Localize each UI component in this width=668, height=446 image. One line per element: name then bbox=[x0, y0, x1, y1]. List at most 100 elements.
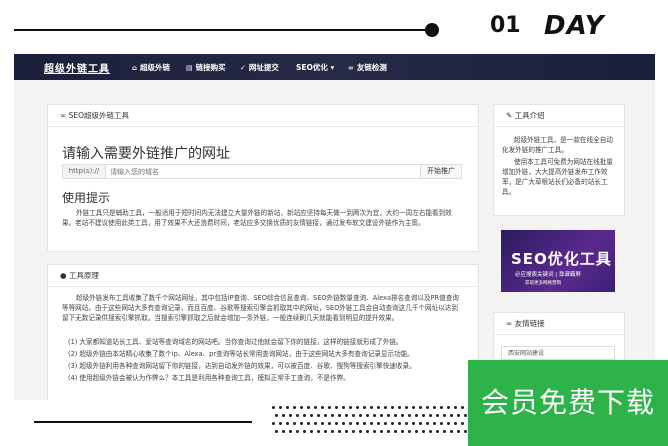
decorative-dot bbox=[279, 406, 282, 409]
bottom-line bbox=[34, 421, 252, 423]
decorative-dot bbox=[317, 414, 320, 417]
decorative-dot bbox=[443, 414, 446, 417]
domain-input[interactable] bbox=[106, 165, 414, 178]
banner-line bbox=[14, 29, 429, 31]
decorative-dot bbox=[282, 430, 285, 433]
website-screenshot: 超级外链工具 ⌂ 超级外链 ▤ 链接购买 ✓ 网址提交 SEO优化 ▾ ∞ 友链检测 ∞… bbox=[14, 54, 655, 400]
start-promote-button[interactable]: 开始推广 bbox=[420, 165, 461, 178]
member-download-badge[interactable]: 会员免费下载 bbox=[468, 360, 668, 446]
decorative-dot bbox=[429, 414, 432, 417]
decorative-dot bbox=[373, 414, 376, 417]
decorative-dot bbox=[415, 430, 418, 433]
decorative-dot bbox=[349, 406, 352, 409]
decorative-dot bbox=[422, 430, 425, 433]
decorative-dot bbox=[272, 406, 275, 409]
decorative-dot bbox=[387, 414, 390, 417]
decorative-dot bbox=[433, 422, 436, 425]
decorative-dot bbox=[310, 430, 313, 433]
decorative-dot bbox=[321, 406, 324, 409]
decorative-dot bbox=[373, 430, 376, 433]
decorative-dot bbox=[401, 430, 404, 433]
decorative-dot bbox=[338, 414, 341, 417]
decorative-dot bbox=[366, 414, 369, 417]
decorative-dot bbox=[328, 406, 331, 409]
brand-logo[interactable]: 超级外链工具 bbox=[44, 60, 110, 75]
decorative-dot bbox=[324, 430, 327, 433]
decorative-dot bbox=[419, 406, 422, 409]
promo-subtitle: 必应搜索关键词 | 靠谱霸屏 bbox=[515, 272, 581, 278]
decorative-dot bbox=[457, 430, 460, 433]
decorative-dot bbox=[300, 422, 303, 425]
decorative-dot bbox=[335, 406, 338, 409]
decorative-dot bbox=[338, 430, 341, 433]
decorative-dot bbox=[314, 406, 317, 409]
main-panel: ∞ SEO超级外链工具 请输入需要外链推广的网址 http(s):// 开始推广… bbox=[47, 104, 479, 252]
decorative-dot bbox=[440, 406, 443, 409]
principle-list: (1) 大家都知道站长工具、爱站等查询域名的网站吧。当你查询过他就会留下你的链接… bbox=[68, 337, 464, 385]
friend-link-item[interactable]: 西安网站建设 bbox=[501, 346, 615, 360]
decorative-dot bbox=[331, 414, 334, 417]
decorative-dot bbox=[300, 406, 303, 409]
page-title: 请输入需要外链推广的网址 bbox=[62, 146, 230, 162]
banner-dot bbox=[425, 23, 439, 37]
decorative-dot bbox=[429, 430, 432, 433]
decorative-dot bbox=[345, 430, 348, 433]
decorative-dot bbox=[443, 430, 446, 433]
decorative-dot bbox=[303, 430, 306, 433]
decorative-dot bbox=[286, 422, 289, 425]
decorative-dot bbox=[275, 430, 278, 433]
decorative-dot bbox=[419, 422, 422, 425]
decorative-dot bbox=[454, 422, 457, 425]
decorative-dot bbox=[345, 414, 348, 417]
decorative-dot bbox=[408, 430, 411, 433]
decorative-dot bbox=[356, 406, 359, 409]
top-navbar: 超级外链工具 ⌂ 超级外链 ▤ 链接购买 ✓ 网址提交 SEO优化 ▾ ∞ 友链检测 bbox=[14, 54, 655, 80]
decorative-dot bbox=[321, 422, 324, 425]
decorative-dot bbox=[440, 422, 443, 425]
nav-item-submit-url[interactable]: ✓ 网址提交 bbox=[240, 62, 279, 73]
decorative-dot bbox=[391, 406, 394, 409]
decorative-dot bbox=[342, 422, 345, 425]
seo-promo-banner[interactable]: SEO优化工具 必应搜索关键词 | 靠谱霸屏 获取更多网络营销 bbox=[501, 230, 615, 292]
nav-item-seo[interactable]: SEO优化 ▾ bbox=[296, 62, 334, 73]
decorative-dot bbox=[394, 414, 397, 417]
decorative-dot bbox=[272, 422, 275, 425]
decorative-dot bbox=[422, 414, 425, 417]
protocol-prefix: http(s):// bbox=[63, 165, 106, 178]
decorative-dot bbox=[380, 430, 383, 433]
decorative-dot bbox=[370, 406, 373, 409]
decorative-dot bbox=[387, 430, 390, 433]
decorative-dot bbox=[352, 414, 355, 417]
decorative-dot bbox=[405, 406, 408, 409]
decorative-dot bbox=[275, 414, 278, 417]
decorative-dot bbox=[352, 430, 355, 433]
submit-icon: ✓ bbox=[240, 64, 246, 72]
decorative-dot bbox=[380, 414, 383, 417]
decorative-dot bbox=[286, 406, 289, 409]
decorative-dot bbox=[293, 422, 296, 425]
link-icon: ▤ bbox=[186, 64, 193, 72]
chain-icon: ∞ bbox=[506, 319, 515, 328]
list-item: (4) 使用超级外链会被认为作弊么？本工具是利用各种查询工具，模拟正常手工查询，… bbox=[68, 374, 350, 382]
nav-item-friend-links[interactable]: ∞ 友链检测 bbox=[348, 62, 387, 73]
decorative-dot bbox=[450, 430, 453, 433]
decorative-dot bbox=[415, 414, 418, 417]
tool-intro-header: ✎ 工具介绍 bbox=[494, 105, 624, 127]
decorative-dot bbox=[289, 430, 292, 433]
list-item: (1) 大家都知道站长工具、爱站等查询域名的网站吧。当你查询过他就会留下你的链接… bbox=[68, 338, 403, 346]
decorative-dot bbox=[447, 422, 450, 425]
nav-item-buy-links[interactable]: ▤ 链接购买 bbox=[186, 62, 226, 73]
nav-item-super-links[interactable]: ⌂ 超级外链 bbox=[132, 62, 170, 73]
decorative-dot bbox=[464, 414, 467, 417]
tip-title: 使用提示 bbox=[62, 191, 111, 205]
tip-text: 外链工具只是辅助工具，一般适用于短时间内无法建立大量外链的新站，新站应坚持每天做… bbox=[62, 209, 452, 227]
decorative-dot bbox=[436, 430, 439, 433]
home-icon: ⌂ bbox=[132, 64, 138, 72]
decorative-dot bbox=[461, 422, 464, 425]
decorative-dot bbox=[384, 422, 387, 425]
decorative-dot bbox=[377, 422, 380, 425]
decorative-dot bbox=[303, 414, 306, 417]
decorative-dot bbox=[324, 414, 327, 417]
decorative-dot bbox=[401, 414, 404, 417]
decorative-dot bbox=[447, 406, 450, 409]
